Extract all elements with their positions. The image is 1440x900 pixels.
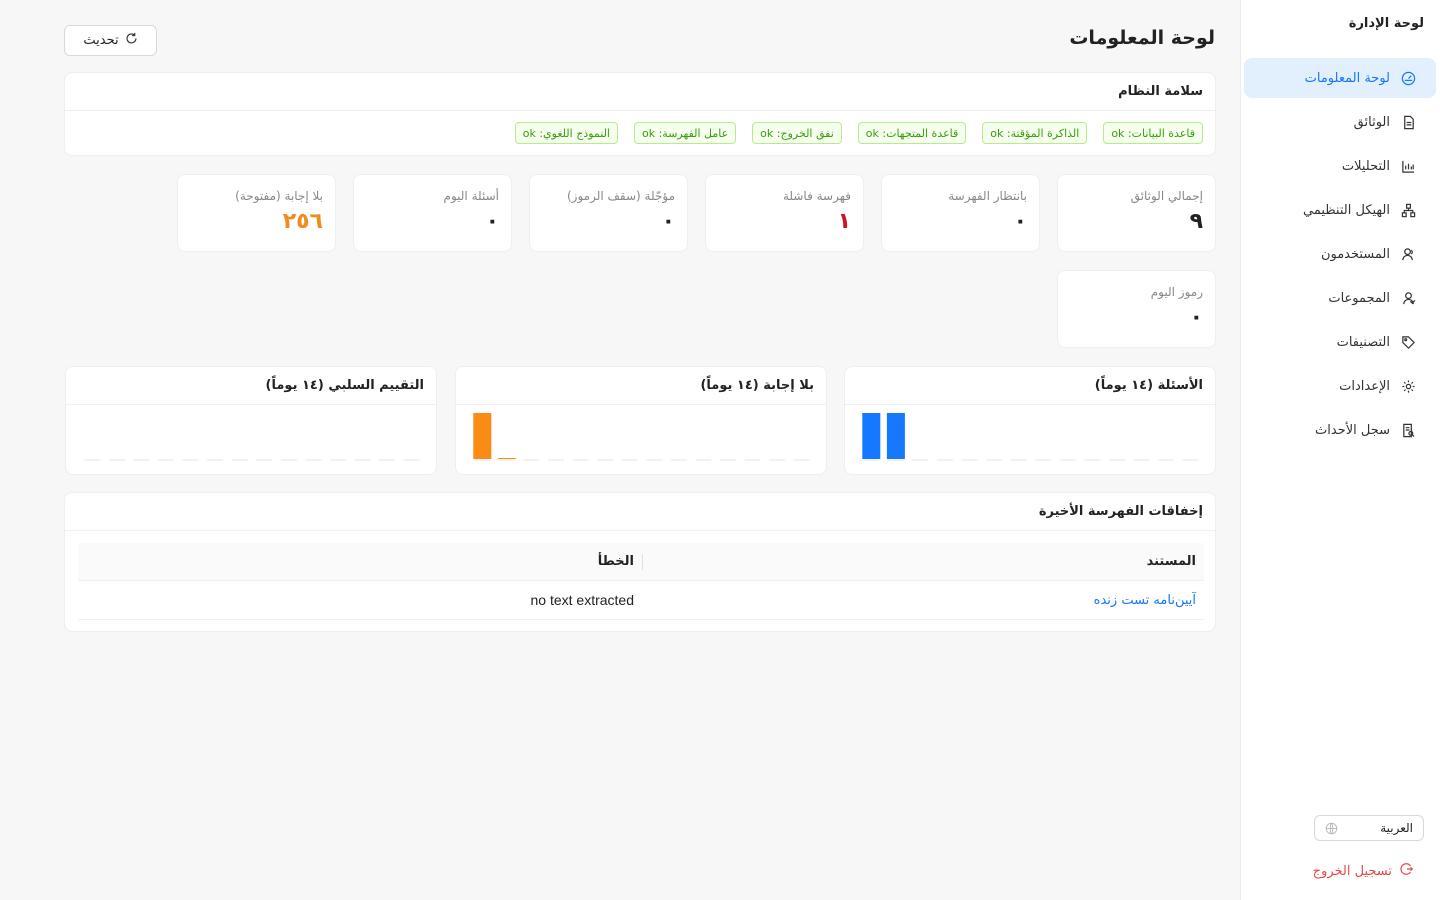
stat-label: بلا إجابة (مفتوحة): [235, 189, 323, 203]
sidebar-item-label: الوثائق: [1353, 114, 1390, 130]
stat-card-unanswered-open: بلا إجابة (مفتوحة) ٢٥٦: [177, 174, 336, 252]
tag-icon: [1400, 334, 1416, 350]
gear-icon: [1400, 378, 1416, 394]
stat-value: ٠: [485, 209, 499, 234]
sidebar-item-analytics[interactable]: التحليلات: [1244, 146, 1436, 186]
stat-label: رموز اليوم: [1150, 285, 1203, 299]
negative-feedback-bar-chart: [84, 459, 420, 461]
health-tag-database: قاعدة البيانات: ok: [1103, 122, 1203, 144]
stat-card-pending-indexing: بانتظار الفهرسة ٠: [881, 174, 1040, 252]
language-select[interactable]: العربية: [1314, 815, 1424, 841]
table-row: آیین‌نامه تست زنده no text extracted: [78, 581, 1204, 620]
sidebar-item-label: سجل الأحداث: [1315, 422, 1390, 438]
logout-icon: [1400, 862, 1414, 880]
table-cell-error: no text extracted: [78, 592, 642, 609]
chart-title: الأسئلة (١٤ يوماً): [845, 367, 1215, 405]
sidebar-menu: لوحة المعلومات الوثائق التحليلات الهيكل …: [1244, 58, 1436, 454]
sidebar-title: لوحة الإدارة: [1348, 16, 1424, 31]
stat-label: أسئلة اليوم: [443, 189, 499, 203]
sidebar-item-label: المستخدمون: [1320, 246, 1390, 262]
stat-value: ٠: [661, 209, 675, 234]
sidebar-item-groups[interactable]: المجموعات: [1244, 278, 1436, 318]
system-health-title: سلامة النظام: [65, 73, 1215, 111]
sidebar-item-label: لوحة المعلومات: [1304, 70, 1390, 86]
sidebar-item-users[interactable]: المستخدمون: [1244, 234, 1436, 274]
logout-button[interactable]: تسجيل الخروج: [1313, 862, 1414, 880]
dashboard-icon: [1400, 70, 1416, 86]
refresh-button[interactable]: تحديث: [64, 25, 157, 56]
sidebar-item-label: التصنيفات: [1336, 334, 1390, 350]
health-tag-cache: الذاكرة المؤقتة: ok: [982, 122, 1088, 144]
failures-table: المستند الخطأ آیین‌نامه تست زنده no text…: [78, 543, 1204, 620]
indexing-failures-title: إخفاقات الفهرسة الأخيرة: [65, 493, 1215, 531]
system-health-card: سلامة النظام قاعدة البيانات: ok الذاكرة …: [64, 72, 1216, 156]
stat-value: ١: [837, 209, 851, 234]
health-tag-egress-tunnel: نفق الخروج: ok: [752, 122, 842, 144]
health-tag-vector-db: قاعدة المتجهات: ok: [857, 122, 967, 144]
bar-chart-icon: [1400, 158, 1416, 174]
sidebar-item-audit-log[interactable]: سجل الأحداث: [1244, 410, 1436, 450]
chart-bar: [862, 413, 881, 459]
chart-card-unanswered: بلا إجابة (١٤ يوماً): [455, 366, 827, 475]
stat-card-deferred-token-cap: مؤجّلة (سقف الرموز) ٠: [529, 174, 688, 252]
stat-label: فهرسة فاشلة: [782, 189, 851, 203]
chart-title: التقييم السلبي (١٤ يوماً): [66, 367, 436, 405]
logout-label: تسجيل الخروج: [1312, 863, 1392, 879]
health-tags: قاعدة البيانات: ok الذاكرة المؤقتة: ok ق…: [65, 111, 1215, 155]
sidebar-item-label: المجموعات: [1328, 290, 1390, 306]
page-title: لوحة المعلومات: [1069, 27, 1215, 49]
chart-bar: [473, 413, 492, 459]
chart-bar: [497, 458, 516, 459]
document-icon: [1400, 114, 1416, 130]
sidebar: لوحة الإدارة لوحة المعلومات الوثائق التح…: [1240, 0, 1440, 900]
column-header-document: المستند: [642, 553, 1204, 570]
sidebar-item-label: التحليلات: [1341, 158, 1390, 174]
globe-icon: [1325, 822, 1338, 835]
stat-card-tokens-today: رموز اليوم ٠: [1057, 270, 1216, 348]
sidebar-item-documents[interactable]: الوثائق: [1244, 102, 1436, 142]
error-text: no text extracted: [530, 591, 634, 608]
unanswered-bar-chart: [473, 413, 810, 461]
stat-value: ٠: [1189, 305, 1203, 330]
sidebar-item-org-chart[interactable]: الهيكل التنظيمي: [1244, 190, 1436, 230]
chart-bar: [886, 413, 905, 459]
stat-value: ٩: [1189, 209, 1203, 234]
stat-label: بانتظار الفهرسة: [948, 189, 1027, 203]
chart-card-negative-feedback: التقييم السلبي (١٤ يوماً): [65, 366, 437, 475]
group-icon: [1400, 290, 1416, 306]
stat-card-questions-today: أسئلة اليوم ٠: [353, 174, 512, 252]
questions-bar-chart: [862, 413, 1199, 461]
sidebar-item-tags[interactable]: التصنيفات: [1244, 322, 1436, 362]
stat-label: مؤجّلة (سقف الرموز): [566, 189, 675, 203]
sidebar-item-label: الإعدادات: [1339, 378, 1390, 394]
health-tag-llm: النموذج اللغوي: ok: [514, 122, 618, 144]
chart-card-questions: الأسئلة (١٤ يوماً): [844, 366, 1216, 475]
refresh-icon: [125, 32, 138, 49]
users-icon: [1400, 246, 1416, 262]
chart-title: بلا إجابة (١٤ يوماً): [456, 367, 826, 405]
column-header-error: الخطأ: [597, 554, 634, 569]
stat-label: إجمالي الوثائق: [1130, 189, 1203, 203]
document-link[interactable]: آیین‌نامه تست زنده: [1094, 593, 1196, 608]
sidebar-item-dashboard[interactable]: لوحة المعلومات: [1244, 58, 1436, 98]
stat-value: ٢٥٦: [282, 209, 323, 234]
org-chart-icon: [1400, 202, 1416, 218]
table-cell-document: آیین‌نامه تست زنده: [642, 593, 1204, 608]
audit-log-icon: [1400, 422, 1416, 438]
table-header: المستند الخطأ: [78, 543, 1204, 581]
indexing-failures-card: إخفاقات الفهرسة الأخيرة المستند الخطأ آی…: [64, 492, 1216, 632]
sidebar-item-label: الهيكل التنظيمي: [1302, 202, 1390, 218]
stat-value: ٠: [1013, 209, 1027, 234]
language-value: العربية: [1380, 821, 1413, 835]
health-tag-indexing-worker: عامل الفهرسة: ok: [633, 122, 737, 144]
sidebar-item-settings[interactable]: الإعدادات: [1244, 366, 1436, 406]
stat-card-total-documents: إجمالي الوثائق ٩: [1057, 174, 1216, 252]
refresh-label: تحديث: [83, 33, 119, 48]
stat-card-failed-indexing: فهرسة فاشلة ١: [705, 174, 864, 252]
